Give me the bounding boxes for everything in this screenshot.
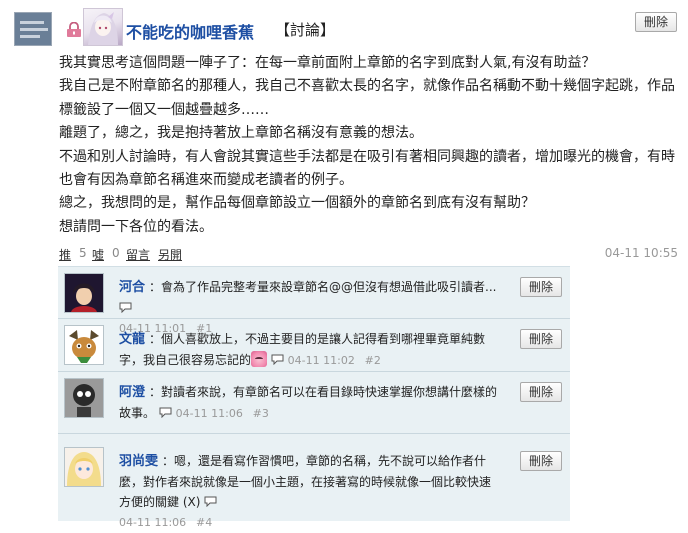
commenter-name[interactable]: 文龍: [119, 332, 145, 347]
boo-label[interactable]: 噓: [92, 248, 104, 262]
commenter-name[interactable]: 河合: [119, 280, 145, 295]
comment-time: 04-11 11:06: [175, 407, 243, 420]
reply-bubble-icon[interactable]: [204, 493, 217, 508]
author-avatar[interactable]: [83, 8, 123, 46]
commenter-avatar[interactable]: [64, 325, 104, 365]
post-paragraph: 離題了，總之，我是抱持著放上章節名稱沒有意義的想法。: [59, 125, 423, 142]
push-label[interactable]: 推: [59, 248, 71, 262]
comment-floor: #3: [252, 407, 269, 420]
push-count: 5: [79, 246, 87, 260]
comment-floor: #4: [196, 516, 213, 529]
commenter-avatar[interactable]: [64, 273, 104, 313]
reply-bubble-icon[interactable]: [271, 351, 284, 366]
post-paragraph: 總之，我想問的是，幫作品每個章節設立一個額外的章節名到底有沒有幫助？: [59, 195, 535, 212]
commenter-avatar-art-icon: [65, 326, 103, 364]
push-button[interactable]: 推: [59, 246, 71, 263]
emoji-icon: [251, 351, 268, 367]
post-timestamp: 04-11 10:55: [604, 246, 678, 260]
comment-time: 04-11 11:06: [119, 516, 187, 529]
delete-comment-button[interactable]: 刪除: [520, 382, 563, 402]
reply-label[interactable]: 留言: [126, 248, 150, 262]
reply-bubble-icon[interactable]: [159, 404, 172, 419]
commenter-name[interactable]: 羽尚雯: [119, 454, 158, 469]
comment-text: 阿澄 ：對讀者來說，有章節名可以在看目錄時快速掌握你想講什麼樣的故事。 04-11…: [119, 382, 499, 424]
comment-item: 河合 ：會為了作品完整考量來設章節名@@但沒有想過借此吸引讀者... 04-11 …: [58, 267, 570, 335]
comment-item: 羽尚雯 ：嗯，還是看寫作習慣吧，章節的名稱，先不說可以給作者什麼，對作者來說就像是…: [58, 441, 570, 529]
boo-button[interactable]: 噓: [92, 246, 104, 263]
commenter-name[interactable]: 阿澄: [119, 385, 145, 400]
comment-content: ：嗯，還是看寫作習慣吧，章節的名稱，先不說可以給作者什麼，對作者來說就像是一個小…: [119, 454, 492, 509]
boo-count: 0: [112, 246, 120, 260]
comment-floor: #2: [364, 354, 381, 367]
commenter-avatar[interactable]: [64, 378, 104, 418]
comment-list: 河合 ：會為了作品完整考量來設章節名@@但沒有想過借此吸引讀者... 04-11 …: [58, 266, 570, 529]
commenter-avatar-art-icon: [65, 448, 103, 486]
delete-comment-button[interactable]: 刪除: [520, 277, 563, 297]
post-paragraph: 我其實思考這個問題一陣子了：在每一章前面附上章節的名字到底對人氣,有沒有助益？: [59, 55, 596, 71]
delete-comment-button[interactable]: 刪除: [520, 329, 563, 349]
reply-button[interactable]: 留言: [126, 246, 150, 263]
comment-time: 04-11 11:02: [287, 354, 355, 367]
post-header: 不能吃的咖哩香蕉 【討論】 刪除: [14, 8, 680, 48]
lock-icon: [67, 22, 81, 37]
commenter-avatar-art-icon: [65, 274, 103, 312]
reply-bubble-icon[interactable]: [119, 299, 132, 314]
post-paragraph: 想請問一下各位的看法。: [59, 218, 213, 235]
delete-comment-button[interactable]: 刪除: [520, 451, 563, 471]
post-category-tag: 【討論】: [275, 21, 336, 39]
commenter-avatar-art-icon: [65, 379, 103, 417]
comment-item: 文龍 ：個人喜歡放上，不過主要目的是讓人記得看到哪裡畢竟單純數字，我自己很容易忘記…: [58, 319, 570, 372]
commenter-avatar[interactable]: [64, 447, 104, 487]
post-body: 我其實思考這個問題一陣子了：在每一章前面附上章節的名字到底對人氣,有沒有助益？ …: [59, 52, 679, 239]
comment-item: 阿澄 ：對讀者來說，有章節名可以在看目錄時快速掌握你想講什麼樣的故事。 04-11…: [58, 372, 570, 434]
post-paragraph: 我自己是不附章節名的那種人，我自己不喜歡太長的名字，就像作品名稱動不動十幾個字起…: [59, 78, 675, 118]
post-paragraph: 不過和別人討論時，有人會說其實這些手法都是在吸引有著相同興趣的讀者，增加曝光的機…: [59, 148, 675, 189]
author-avatar-art-icon: [88, 12, 118, 45]
open-new-button[interactable]: 另開: [158, 246, 182, 263]
comment-content: ：會為了作品完整考量來設章節名@@但沒有想過借此吸引讀者...: [149, 280, 497, 294]
delete-post-button[interactable]: 刪除: [635, 12, 678, 32]
comment-text: 文龍 ：個人喜歡放上，不過主要目的是讓人記得看到哪裡畢竟單純數字，我自己很容易忘記…: [119, 329, 499, 371]
open-new-label[interactable]: 另開: [158, 248, 182, 262]
group-avatar[interactable]: [14, 12, 52, 46]
comment-text: 羽尚雯 ：嗯，還是看寫作習慣吧，章節的名稱，先不說可以給作者什麼，對作者來說就像是…: [119, 451, 499, 533]
author-name[interactable]: 不能吃的咖哩香蕉: [126, 19, 254, 43]
